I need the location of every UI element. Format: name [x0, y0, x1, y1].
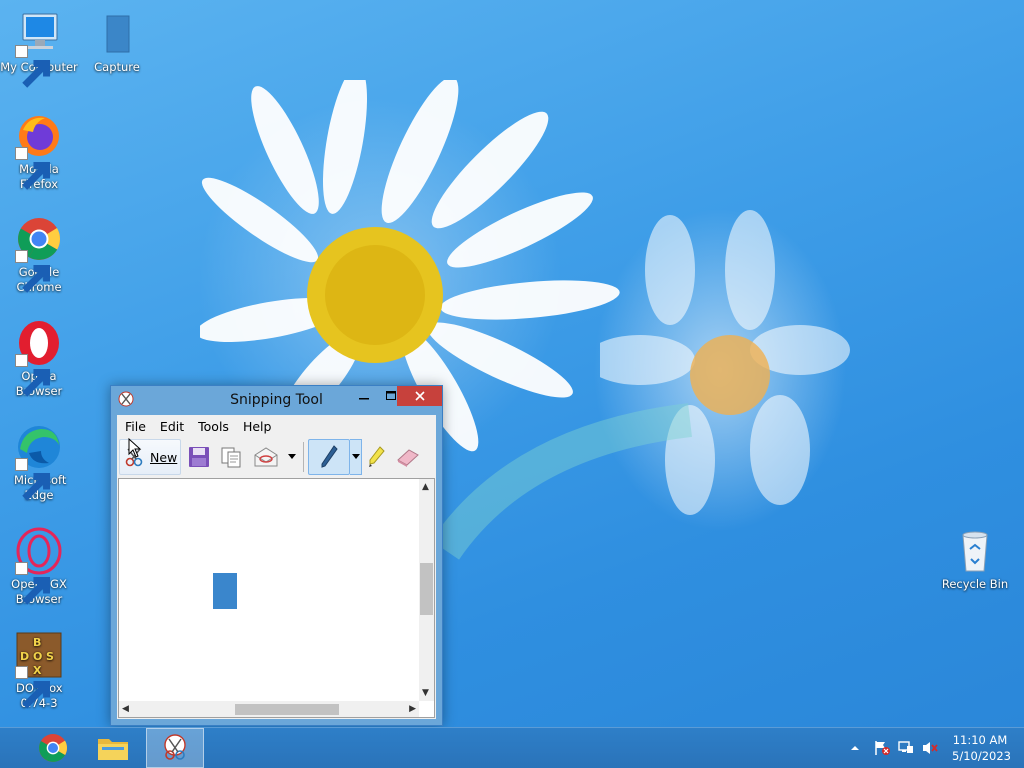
svg-text:S: S — [46, 650, 54, 663]
chevron-down-icon — [351, 454, 360, 459]
shortcut-arrow-icon — [15, 354, 51, 397]
snip-canvas[interactable]: ▲ ▼ ◀ ▶ — [118, 478, 435, 718]
file-explorer-icon — [98, 739, 128, 760]
desktop-icon-firefox[interactable]: Mozilla Firefox — [0, 112, 78, 192]
minimize-button[interactable] — [350, 386, 377, 406]
eraser-icon — [397, 449, 419, 467]
network-icon — [898, 741, 913, 753]
scroll-left-icon[interactable]: ◀ — [122, 703, 129, 715]
desktop-icon-label: Capture — [94, 60, 140, 74]
scroll-right-icon[interactable]: ▶ — [409, 703, 416, 715]
copy-icon — [221, 447, 241, 468]
close-button[interactable] — [397, 386, 442, 406]
chevron-down-icon — [288, 454, 296, 459]
maximize-icon — [385, 391, 396, 400]
desktop-icon-opera[interactable]: Opera Browser — [0, 319, 78, 399]
menu-edit[interactable]: Edit — [153, 419, 191, 434]
shortcut-arrow-icon — [15, 666, 51, 709]
shortcut-arrow-icon — [15, 562, 51, 605]
horizontal-scroll-thumb[interactable] — [235, 704, 339, 715]
pen-button[interactable] — [308, 439, 350, 475]
pen-icon — [321, 445, 338, 468]
desktop-icon-chrome[interactable]: Google Chrome — [0, 215, 78, 295]
vertical-scroll-thumb[interactable] — [420, 563, 433, 615]
close-icon — [414, 391, 425, 401]
taskbar-snipping-tool[interactable] — [146, 728, 204, 768]
taskbar: 11:10 AM 5/10/2023 — [0, 727, 1024, 768]
title-bar[interactable]: Snipping Tool — [111, 386, 442, 414]
flag-alert-icon — [875, 741, 890, 755]
snipping-tool-window[interactable]: Snipping Tool File Edit Tools Help New ▲… — [110, 385, 443, 726]
desktop-icon-dosbox[interactable]: B D O S X DOSBox 0.74-3 — [0, 631, 78, 711]
menu-bar: File Edit Tools Help — [117, 415, 436, 437]
copy-button[interactable] — [215, 439, 247, 475]
menu-tools[interactable]: Tools — [191, 419, 236, 434]
eraser-button[interactable] — [392, 439, 424, 475]
action-center-icon-button[interactable] — [873, 740, 891, 756]
desktop-icon-label: Recycle Bin — [941, 577, 1009, 591]
clock-date: 5/10/2023 — [952, 749, 1011, 763]
snipping-tool-icon — [164, 734, 186, 760]
mouse-cursor-icon — [128, 438, 142, 458]
recycle-bin-icon — [962, 531, 988, 572]
desktop-icon-my-computer[interactable]: My Computer — [0, 10, 78, 88]
wallpaper-stem — [440, 403, 692, 560]
clock-time: 11:10 AM — [952, 733, 1008, 747]
menu-help[interactable]: Help — [236, 419, 279, 434]
system-clock[interactable]: 11:10 AM 5/10/2023 — [952, 732, 1011, 764]
send-snip-dropdown[interactable] — [285, 439, 299, 475]
taskbar-file-explorer[interactable] — [84, 728, 142, 768]
volume-muted-icon — [923, 742, 938, 754]
svg-text:B: B — [33, 636, 41, 649]
svg-text:O: O — [33, 650, 42, 663]
desktop-icon-opera-gx[interactable]: Opera GX Browser — [0, 527, 78, 607]
taskbar-chrome[interactable] — [24, 728, 82, 768]
envelope-icon — [254, 447, 278, 467]
file-icon — [106, 15, 130, 53]
shortcut-arrow-icon — [15, 250, 51, 293]
menu-file[interactable]: File — [118, 419, 153, 434]
wallpaper-flower-blurred — [600, 210, 850, 515]
svg-text:D: D — [20, 650, 29, 663]
network-icon-button[interactable] — [897, 740, 915, 756]
show-hidden-icons-button[interactable] — [850, 740, 868, 756]
window-client-area: File Edit Tools Help New ▲ ▼ ◀ ▶ — [117, 415, 436, 719]
minimize-icon — [358, 398, 369, 400]
shortcut-arrow-icon — [15, 458, 51, 501]
toolbar: New — [117, 437, 436, 477]
desktop-icon-edge[interactable]: Microsoft Edge — [0, 423, 78, 503]
scroll-up-icon[interactable]: ▲ — [422, 481, 429, 493]
chrome-icon — [39, 734, 68, 762]
new-snip-label: New — [150, 449, 178, 465]
snip-content — [213, 573, 237, 609]
chevron-up-icon — [851, 746, 859, 750]
volume-icon-button[interactable] — [921, 740, 939, 756]
scroll-down-icon[interactable]: ▼ — [422, 687, 429, 699]
horizontal-scrollbar[interactable]: ◀ ▶ — [119, 701, 419, 717]
highlighter-icon — [369, 446, 385, 467]
pen-dropdown[interactable] — [350, 439, 362, 475]
send-snip-button[interactable] — [247, 439, 285, 475]
toolbar-separator — [303, 442, 304, 472]
shortcut-arrow-icon — [15, 147, 51, 190]
highlighter-button[interactable] — [362, 439, 392, 475]
desktop-icon-recycle-bin[interactable]: Recycle Bin — [936, 527, 1014, 592]
vertical-scrollbar[interactable]: ▲ ▼ — [419, 479, 434, 701]
shortcut-arrow-icon — [15, 45, 51, 88]
save-button[interactable] — [183, 439, 215, 475]
desktop-icon-capture[interactable]: Capture — [78, 10, 156, 75]
save-icon — [189, 447, 209, 467]
